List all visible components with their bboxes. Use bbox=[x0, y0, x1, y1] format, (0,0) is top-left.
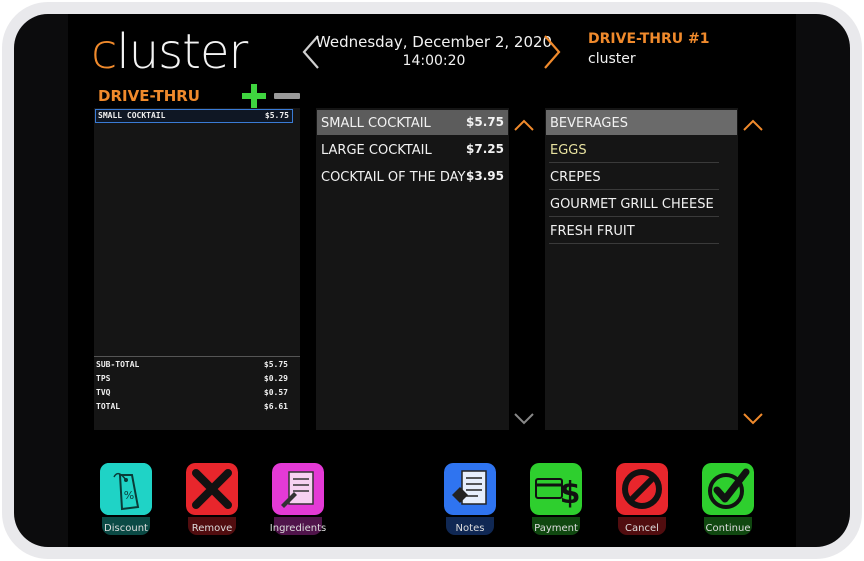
remove-label: Remove bbox=[191, 523, 233, 534]
notes-label: Notes bbox=[455, 523, 485, 534]
category-item[interactable]: CREPES bbox=[546, 164, 737, 189]
category-divider bbox=[549, 162, 719, 163]
menu-item[interactable]: LARGE COCKTAIL $7.25 bbox=[317, 137, 508, 162]
order-title: DRIVE-THRU bbox=[98, 87, 200, 105]
order-line-selected[interactable]: SMALL COCKTAIL $5.75 bbox=[95, 109, 293, 123]
category-divider bbox=[549, 216, 719, 217]
order-divider bbox=[94, 356, 300, 357]
category-item[interactable]: BEVERAGES bbox=[546, 110, 737, 135]
order-line-price: $5.75 bbox=[264, 111, 289, 120]
tvq-value: $0.57 bbox=[263, 388, 288, 397]
svg-text:%: % bbox=[124, 489, 134, 502]
user-name: cluster bbox=[588, 51, 636, 67]
minus-icon[interactable] bbox=[274, 92, 300, 100]
menu-item-price: $7.25 bbox=[466, 142, 504, 156]
chevron-up-icon[interactable] bbox=[513, 118, 535, 132]
category-item[interactable]: GOURMET GRILL CHEESE bbox=[546, 191, 737, 216]
category-name: BEVERAGES bbox=[550, 116, 628, 131]
order-line-name: SMALL COCKTAIL bbox=[98, 111, 166, 120]
menu-item-price: $3.95 bbox=[466, 169, 504, 183]
plus-icon[interactable] bbox=[240, 82, 268, 110]
terminal-name: DRIVE-THRU #1 bbox=[588, 31, 710, 47]
menu-item-name: SMALL COCKTAIL bbox=[321, 116, 431, 131]
category-item[interactable]: EGGS bbox=[546, 137, 737, 162]
cancel-button[interactable]: Cancel bbox=[614, 463, 670, 541]
category-divider bbox=[549, 189, 719, 190]
menu-item-name: LARGE COCKTAIL bbox=[321, 143, 432, 158]
ingredients-note-icon bbox=[272, 463, 324, 515]
chevron-right-icon[interactable] bbox=[537, 32, 567, 72]
logo-text: luster bbox=[116, 24, 248, 80]
order-ticket: SMALL COCKTAIL $5.75 SUB-TOTAL $5.75 TPS… bbox=[94, 108, 300, 430]
total-label: TOTAL bbox=[96, 402, 121, 411]
logo-letter-c: c bbox=[91, 24, 117, 80]
cancel-label: Cancel bbox=[625, 523, 659, 534]
category-name: CREPES bbox=[550, 170, 601, 185]
notes-document-icon bbox=[444, 463, 496, 515]
menu-item-name: COCKTAIL OF THE DAY bbox=[321, 170, 466, 185]
chevron-up-icon[interactable] bbox=[742, 118, 764, 132]
discount-label: Discount bbox=[104, 523, 148, 534]
total-value: $6.61 bbox=[263, 402, 288, 411]
category-item[interactable]: FRESH FRUIT bbox=[546, 218, 737, 243]
category-name: EGGS bbox=[550, 143, 587, 158]
menu-item-price: $5.75 bbox=[466, 115, 504, 129]
menu-item[interactable]: SMALL COCKTAIL $5.75 bbox=[317, 110, 508, 135]
tps-value: $0.29 bbox=[263, 374, 288, 383]
payment-button[interactable]: $ Payment bbox=[528, 463, 584, 541]
menu-item[interactable]: COCKTAIL OF THE DAY $3.95 bbox=[317, 164, 508, 189]
brand-logo: cluster bbox=[91, 24, 248, 80]
remove-button[interactable]: Remove bbox=[184, 463, 240, 541]
menu-items-list: SMALL COCKTAIL $5.75 LARGE COCKTAIL $7.2… bbox=[316, 108, 509, 430]
continue-check-icon bbox=[702, 463, 754, 515]
chevron-down-icon[interactable] bbox=[513, 412, 535, 426]
continue-label: Continue bbox=[705, 523, 751, 534]
remove-x-icon bbox=[186, 463, 238, 515]
category-name: FRESH FRUIT bbox=[550, 224, 635, 239]
payment-card-icon: $ bbox=[530, 463, 582, 515]
discount-button[interactable]: % Discount bbox=[98, 463, 154, 541]
continue-button[interactable]: Continue bbox=[700, 463, 756, 541]
ingredients-label: Ingredients bbox=[269, 523, 327, 534]
notes-button[interactable]: Notes bbox=[442, 463, 498, 541]
svg-text:$: $ bbox=[560, 476, 581, 511]
subtotal-label: SUB-TOTAL bbox=[96, 360, 140, 369]
discount-tag-icon: % bbox=[100, 463, 152, 515]
current-time: 14:00:20 bbox=[402, 53, 466, 69]
cancel-prohibited-icon bbox=[616, 463, 668, 515]
chevron-down-icon[interactable] bbox=[742, 412, 764, 426]
category-name: GOURMET GRILL CHEESE bbox=[550, 197, 714, 212]
tps-label: TPS bbox=[96, 374, 111, 383]
device-bezel: cluster Wednesday, December 2, 2020 14:0… bbox=[14, 14, 850, 547]
subtotal-value: $5.75 bbox=[263, 360, 288, 369]
ingredients-button[interactable]: Ingredients bbox=[270, 463, 326, 541]
category-divider bbox=[549, 243, 719, 244]
current-date: Wednesday, December 2, 2020 bbox=[315, 33, 553, 51]
tvq-label: TVQ bbox=[96, 388, 111, 397]
payment-label: Payment bbox=[534, 523, 578, 534]
category-list: BEVERAGES EGGS CREPES GOURMET GRILL CHEE… bbox=[545, 108, 738, 430]
